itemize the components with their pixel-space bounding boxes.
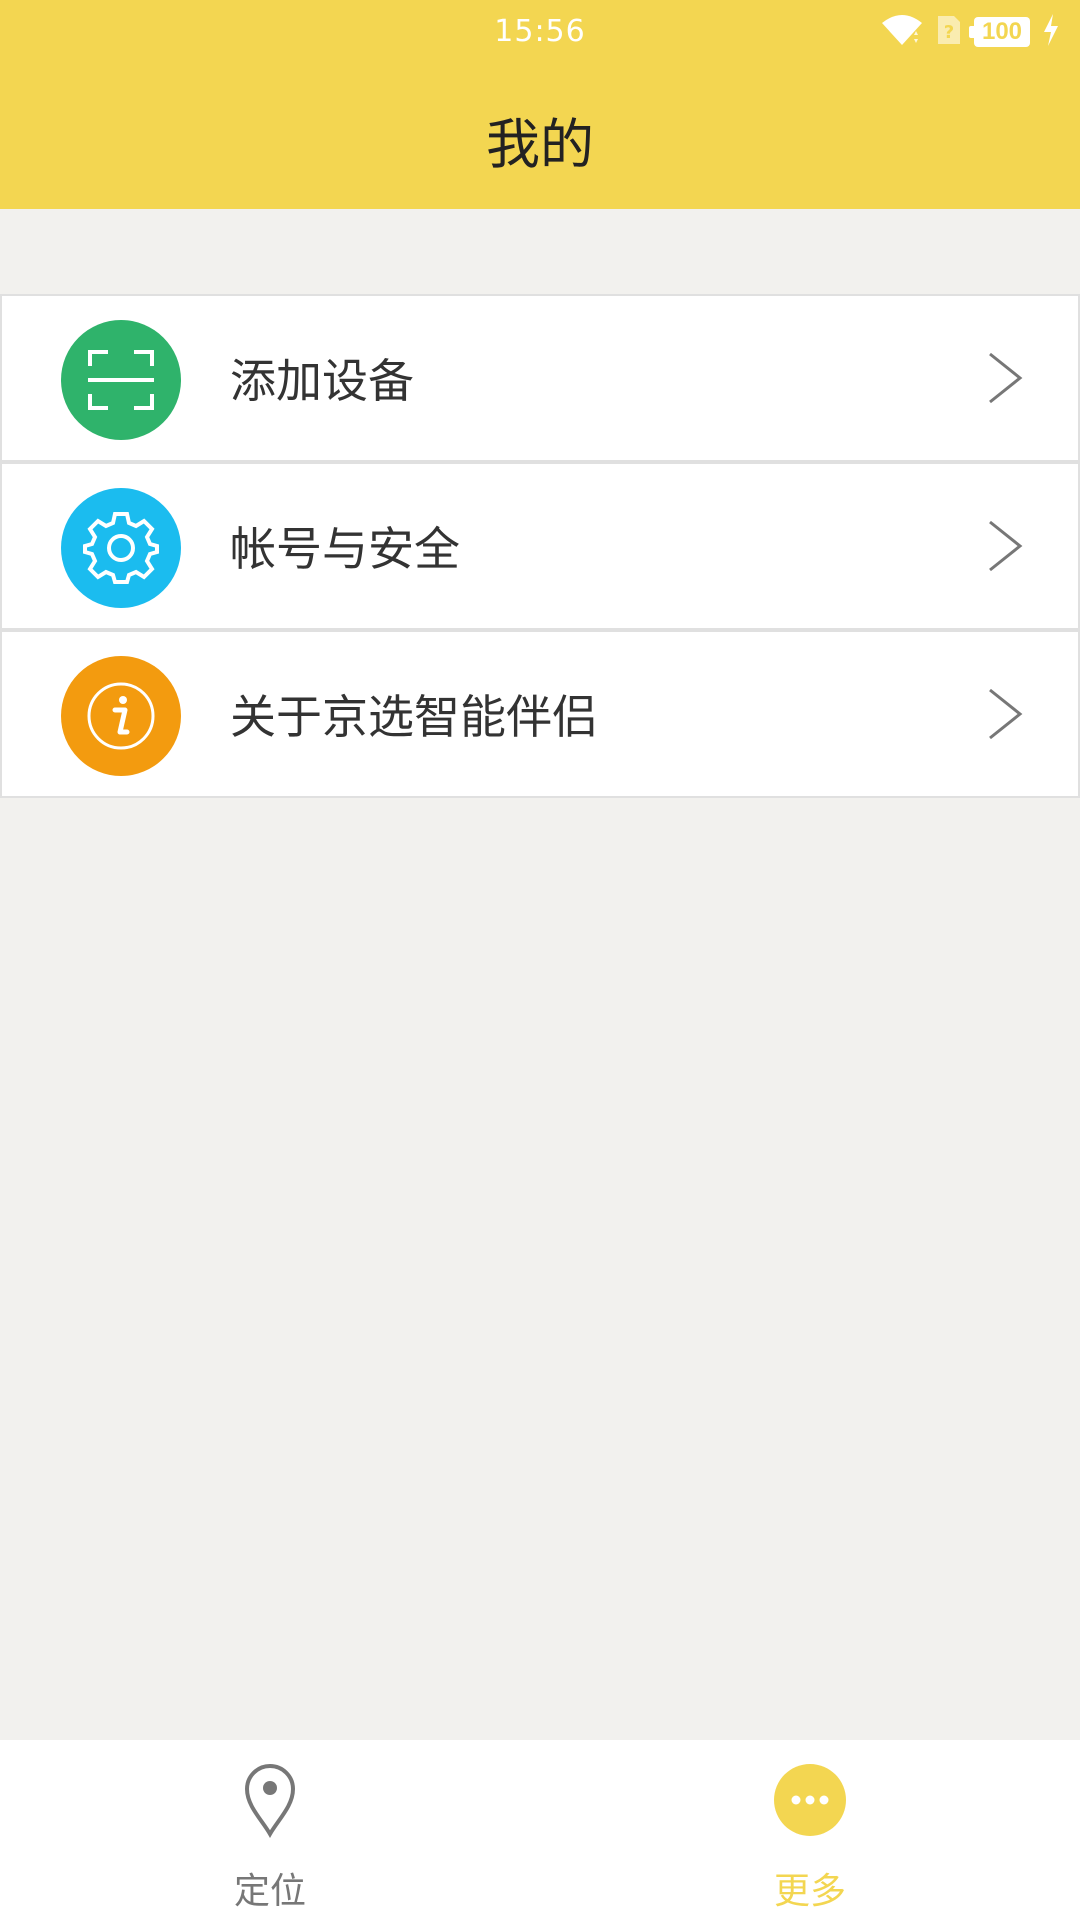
page-title: 我的: [486, 113, 594, 176]
menu-item-account-security[interactable]: 帐号与安全: [0, 462, 1080, 630]
menu-item-add-device[interactable]: 添加设备: [0, 294, 1080, 462]
menu-item-label: 关于京选智能伴侣: [230, 690, 598, 744]
menu-item-about[interactable]: 关于京选智能伴侣: [0, 630, 1080, 798]
more-icon: [770, 1760, 850, 1840]
svg-text:?: ?: [944, 22, 954, 43]
tab-more[interactable]: 更多: [660, 1740, 960, 1920]
scan-icon: [61, 320, 181, 440]
header-bar: 15:56 ? 100 我的: [0, 0, 1080, 209]
menu-item-label: 添加设备: [230, 354, 414, 408]
info-icon: [61, 656, 181, 776]
chevron-right-icon: [989, 688, 1023, 740]
bottom-tab-bar: 定位 更多: [0, 1740, 1080, 1920]
gear-icon: [61, 488, 181, 608]
battery-icon: 100: [969, 17, 1030, 47]
tab-label: 定位: [233, 1871, 306, 1912]
wifi-icon: [880, 13, 924, 51]
location-pin-icon: [230, 1760, 310, 1840]
status-icons: ? 100: [880, 14, 1060, 50]
tab-location[interactable]: 定位: [120, 1740, 420, 1920]
tab-label: 更多: [773, 1871, 846, 1912]
menu-list: 添加设备 帐号与安全 关于京选智能伴侣: [0, 294, 1080, 798]
chevron-right-icon: [989, 520, 1023, 572]
chevron-right-icon: [989, 352, 1023, 404]
no-sim-icon: ?: [936, 14, 962, 50]
menu-item-label: 帐号与安全: [230, 522, 460, 576]
charging-icon: [1042, 14, 1060, 50]
